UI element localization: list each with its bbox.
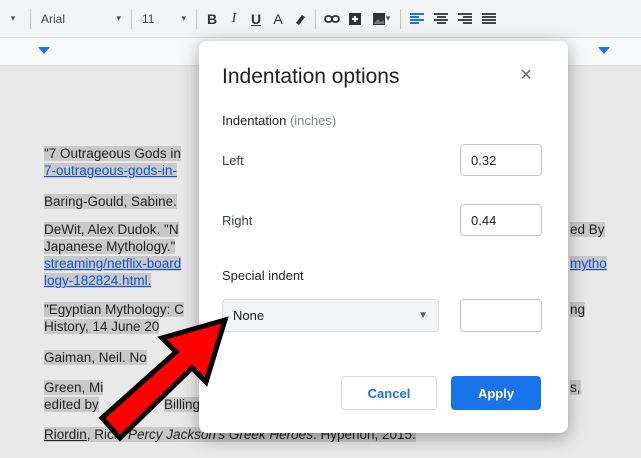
chevron-down-icon: ▼ <box>418 310 428 321</box>
link-icon <box>324 14 340 23</box>
font-size-value: 11 <box>142 11 155 26</box>
insert-link-button[interactable] <box>320 6 344 32</box>
image-icon <box>372 12 385 25</box>
align-right-icon <box>458 12 472 25</box>
units-label: (inches) <box>289 113 337 128</box>
underline-button[interactable]: U <box>245 6 267 32</box>
font-family-select[interactable]: Arial ▾ <box>35 6 127 32</box>
separator <box>400 8 401 29</box>
dialog-title: Indentation options <box>222 65 400 88</box>
bold-button[interactable]: B <box>201 6 223 32</box>
apply-button[interactable]: Apply <box>451 376 541 410</box>
citation-text: DeWit, Alex Dudok. "N <box>44 222 179 237</box>
chevron-down-icon: ▾ <box>10 13 16 23</box>
left-indent-input[interactable]: 0.32 <box>460 144 542 176</box>
citation-1: "7 Outrageous Gods in 7-outrageous-gods-… <box>44 145 181 179</box>
insert-comment-button[interactable] <box>344 6 366 32</box>
special-indent-label: Special indent <box>222 268 304 283</box>
close-icon[interactable]: × <box>516 65 536 85</box>
separator <box>196 8 197 29</box>
menu-caret[interactable]: ▾ <box>0 6 26 32</box>
citation-text: Japanese Mythology." <box>44 239 176 254</box>
citation-2: Baring-Gould, Sabine. <box>44 193 177 210</box>
indentation-section-label: Indentation (inches) <box>222 113 336 128</box>
citation-link[interactable]: 7-outrageous-gods-in- <box>44 163 177 178</box>
citation-link[interactable]: streaming/netflix-board <box>44 256 182 271</box>
citation-text: ed By <box>570 222 605 237</box>
align-left-icon <box>410 12 424 25</box>
separator <box>315 8 316 29</box>
citation-link[interactable]: mytho <box>570 256 607 271</box>
citation-text: ng <box>570 302 586 317</box>
citation-6-overflow: s, <box>570 379 581 396</box>
justify-button[interactable] <box>477 6 501 32</box>
chevron-down-icon: ▾ <box>385 13 391 23</box>
citation-text: s, <box>570 380 581 395</box>
align-center-button[interactable] <box>429 6 453 32</box>
special-indent-amount-input[interactable] <box>460 299 542 332</box>
separator <box>30 8 31 29</box>
align-justify-icon <box>482 12 496 25</box>
right-indent-label: Right <box>222 213 253 228</box>
citation-text: Baring-Gould, Sabine. <box>44 194 177 209</box>
chevron-down-icon: ▾ <box>116 13 121 23</box>
citation-link[interactable]: logy-182824.html. <box>44 273 152 288</box>
right-indent-marker[interactable] <box>598 47 610 54</box>
indentation-label: Indentation <box>222 113 287 128</box>
citation-text: "7 Outrageous Gods in <box>44 146 181 161</box>
citation-3-overflow: ed By mytho <box>570 221 607 272</box>
citation-text: Riordin <box>44 427 87 442</box>
left-indent-marker[interactable] <box>38 47 50 54</box>
insert-image-button[interactable]: ▾ <box>366 6 396 32</box>
align-right-button[interactable] <box>453 6 477 32</box>
highlighter-icon <box>296 14 305 25</box>
font-size-select[interactable]: 11 ▾ <box>136 6 192 32</box>
font-family-value: Arial <box>41 11 66 26</box>
highlight-button[interactable] <box>289 6 311 32</box>
add-comment-icon <box>349 12 361 25</box>
italic-button[interactable]: I <box>223 6 245 32</box>
red-arrow-annotation <box>98 316 229 442</box>
separator <box>131 8 132 29</box>
formatting-toolbar: ▾ Arial ▾ 11 ▾ B I U A ▾ <box>0 0 641 38</box>
citation-4-overflow: ng <box>570 301 586 318</box>
text-color-button[interactable]: A <box>267 6 289 32</box>
align-center-icon <box>434 12 448 25</box>
citation-3: DeWit, Alex Dudok. "N Japanese Mythology… <box>44 221 182 289</box>
left-indent-label: Left <box>222 153 244 168</box>
align-left-button[interactable] <box>405 6 429 32</box>
chevron-down-icon: ▾ <box>181 13 186 23</box>
cancel-button[interactable]: Cancel <box>341 376 437 410</box>
right-indent-input[interactable]: 0.44 <box>460 204 542 236</box>
